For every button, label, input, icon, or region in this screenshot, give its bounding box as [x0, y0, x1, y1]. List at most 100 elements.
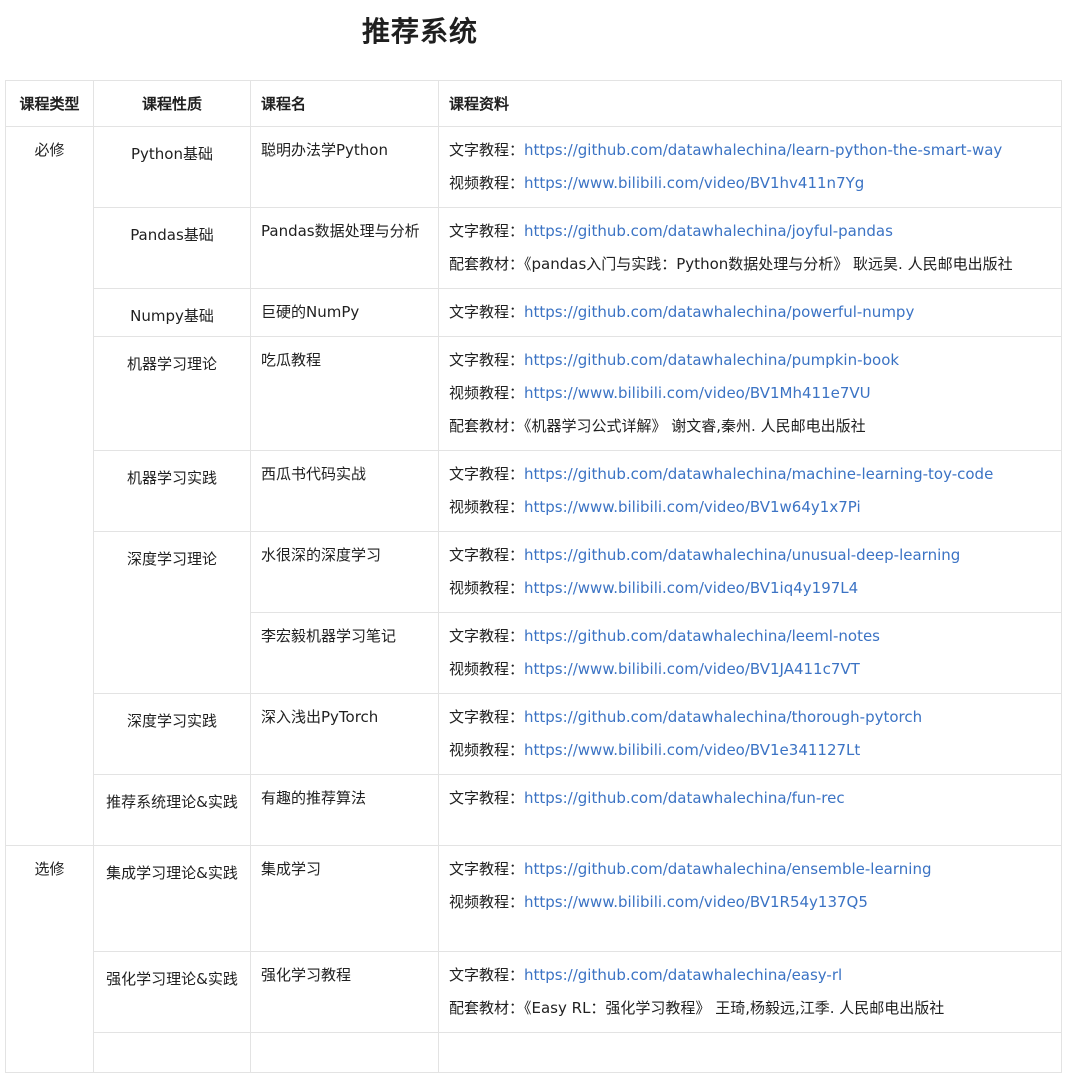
table-row: Pandas基础 Pandas数据处理与分析 文字教程：https://gith… — [6, 207, 1062, 289]
resource-link[interactable]: https://www.bilibili.com/video/BV1e34112… — [524, 741, 860, 759]
resource-line: 文字教程：https://github.com/datawhalechina/j… — [449, 222, 1061, 255]
resource-label: 文字教程： — [449, 708, 525, 726]
course-type-cell: 选修 — [5, 845, 94, 1073]
course-resources-cell: 文字教程：https://github.com/datawhalechina/f… — [438, 774, 1062, 846]
course-nature-cell: 强化学习理论&实践 — [93, 951, 251, 1033]
table-row: Numpy基础 巨硬的NumPy 文字教程：https://github.com… — [6, 288, 1062, 337]
resource-link[interactable]: https://www.bilibili.com/video/BV1R54y13… — [524, 893, 868, 911]
page-title: 推荐系统 — [361, 15, 478, 48]
resource-link[interactable]: https://github.com/datawhalechina/machin… — [524, 465, 993, 483]
course-name-cell: Pandas数据处理与分析 — [250, 207, 439, 289]
table-row: 选修 集成学习理论&实践 集成学习 文字教程：https://github.co… — [5, 845, 1062, 1073]
resource-label: 视频教程： — [449, 384, 525, 402]
resource-line: 文字教程：https://github.com/datawhalechina/u… — [449, 546, 1061, 579]
resource-label: 视频教程： — [449, 498, 525, 516]
resource-link[interactable]: https://github.com/datawhalechina/unusua… — [524, 546, 960, 564]
resource-link[interactable]: https://github.com/datawhalechina/ensemb… — [524, 860, 931, 878]
resource-label: 文字教程： — [449, 546, 525, 564]
empty-cell — [438, 1032, 1062, 1073]
course-name-cell: 吃瓜教程 — [250, 336, 439, 451]
course-nature-cell: Pandas基础 — [93, 207, 251, 289]
resource-label: 文字教程： — [449, 222, 525, 240]
resource-label: 文字教程： — [449, 465, 525, 483]
resource-link[interactable]: https://www.bilibili.com/video/BV1Mh411e… — [524, 384, 871, 402]
resource-line: 视频教程：https://www.bilibili.com/video/BV1h… — [449, 174, 1061, 207]
resource-link[interactable]: https://www.bilibili.com/video/BV1iq4y19… — [524, 579, 858, 597]
resource-label: 文字教程： — [449, 966, 525, 984]
resource-link[interactable]: https://github.com/datawhalechina/thorou… — [524, 708, 922, 726]
curriculum-table: 课程类型 课程性质 课程名 课程资料 必修 Python基础 聪明办法学Pyth… — [5, 80, 1062, 1073]
resource-label: 文字教程： — [449, 351, 525, 369]
course-name-cell: 巨硬的NumPy — [250, 288, 439, 337]
table-row: 机器学习理论 吃瓜教程 文字教程：https://github.com/data… — [6, 336, 1062, 451]
course-type-cell: 必修 — [5, 126, 94, 846]
resource-link[interactable]: https://github.com/datawhalechina/learn-… — [524, 141, 1002, 159]
resource-line: 视频教程：https://www.bilibili.com/video/BV1J… — [449, 660, 1061, 693]
table-header-row: 课程类型 课程性质 课程名 课程资料 — [5, 80, 1062, 127]
resource-label: 视频教程： — [449, 893, 525, 911]
resource-link[interactable]: https://www.bilibili.com/video/BV1hv411n… — [524, 174, 864, 192]
course-nature-cell: 机器学习理论 — [93, 336, 251, 451]
resource-label: 配套教材： — [449, 255, 525, 273]
resource-line: 文字教程：https://github.com/datawhalechina/e… — [449, 860, 1061, 893]
resource-link[interactable]: https://www.bilibili.com/video/BV1w64y1x… — [524, 498, 861, 516]
course-name-cell: 强化学习教程 — [250, 951, 439, 1033]
course-nature-cell: Numpy基础 — [93, 288, 251, 337]
table-row: 机器学习实践 西瓜书代码实战 文字教程：https://github.com/d… — [6, 450, 1062, 532]
course-name-cell: 有趣的推荐算法 — [250, 774, 439, 846]
resource-line: 文字教程：https://github.com/datawhalechina/t… — [449, 708, 1061, 741]
course-resources-cell: 文字教程：https://github.com/datawhalechina/e… — [438, 951, 1062, 1033]
resource-label: 视频教程： — [449, 741, 525, 759]
header-course-name: 课程名 — [250, 80, 439, 127]
resource-link[interactable]: https://github.com/datawhalechina/powerf… — [524, 303, 914, 321]
resource-line: 视频教程：https://www.bilibili.com/video/BV1R… — [449, 893, 1061, 926]
resource-line: 文字教程：https://github.com/datawhalechina/l… — [449, 141, 1061, 174]
course-resources-cell: 文字教程：https://github.com/datawhalechina/t… — [438, 693, 1062, 775]
resource-label: 文字教程： — [449, 627, 525, 645]
resource-line: 文字教程：https://github.com/datawhalechina/f… — [449, 789, 1061, 822]
resource-label: 配套教材： — [449, 417, 525, 435]
course-resources-cell: 文字教程：https://github.com/datawhalechina/m… — [438, 450, 1062, 532]
course-resources-cell: 文字教程：https://github.com/datawhalechina/j… — [438, 207, 1062, 289]
course-resources-cell: 文字教程：https://github.com/datawhalechina/p… — [438, 336, 1062, 451]
resource-link[interactable]: https://www.bilibili.com/video/BV1JA411c… — [524, 660, 860, 678]
course-resources-cell: 文字教程：https://github.com/datawhalechina/l… — [438, 126, 1062, 208]
course-nature-cell: Python基础 — [93, 126, 251, 208]
resource-line: 视频教程：https://www.bilibili.com/video/BV1M… — [449, 384, 1061, 417]
resource-line: 文字教程：https://github.com/datawhalechina/p… — [449, 351, 1061, 384]
course-resources-cell: 文字教程：https://github.com/datawhalechina/p… — [438, 288, 1062, 337]
header-course-resources: 课程资料 — [438, 80, 1062, 127]
table-row: 推荐系统理论&实践 有趣的推荐算法 文字教程：https://github.co… — [6, 774, 1062, 846]
resource-label: 配套教材： — [449, 999, 525, 1017]
resource-link[interactable]: https://github.com/datawhalechina/fun-re… — [524, 789, 845, 807]
resource-text: 《机器学习公式详解》 谢文睿,秦州. 人民邮电出版社 — [524, 417, 866, 435]
resource-line: 文字教程：https://github.com/datawhalechina/l… — [449, 627, 1061, 660]
resource-line: 文字教程：https://github.com/datawhalechina/p… — [449, 303, 1061, 336]
resource-label: 文字教程： — [449, 789, 525, 807]
course-resources-cell: 文字教程：https://github.com/datawhalechina/e… — [438, 845, 1062, 952]
resource-line: 配套教材：《Easy RL：强化学习教程》 王琦,杨毅远,江季. 人民邮电出版社 — [449, 999, 1061, 1032]
resource-label: 视频教程： — [449, 579, 525, 597]
resource-line: 配套教材：《pandas入门与实践：Python数据处理与分析》 耿远昊. 人民… — [449, 255, 1061, 288]
resource-line: 文字教程：https://github.com/datawhalechina/e… — [449, 966, 1061, 999]
resource-link[interactable]: https://github.com/datawhalechina/easy-r… — [524, 966, 842, 984]
course-name-cell: 水很深的深度学习 — [250, 531, 439, 613]
table-row: 深度学习实践 深入浅出PyTorch 文字教程：https://github.c… — [6, 693, 1062, 775]
resource-link[interactable]: https://github.com/datawhalechina/joyful… — [524, 222, 893, 240]
resource-line: 配套教材：《机器学习公式详解》 谢文睿,秦州. 人民邮电出版社 — [449, 417, 1061, 450]
resource-link[interactable]: https://github.com/datawhalechina/leeml-… — [524, 627, 880, 645]
resource-line: 文字教程：https://github.com/datawhalechina/m… — [449, 465, 1061, 498]
resource-text: 《pandas入门与实践：Python数据处理与分析》 耿远昊. 人民邮电出版社 — [524, 255, 1013, 273]
course-nature-cell: 集成学习理论&实践 — [93, 845, 251, 952]
resource-link[interactable]: https://github.com/datawhalechina/pumpki… — [524, 351, 899, 369]
resource-line: 视频教程：https://www.bilibili.com/video/BV1i… — [449, 579, 1061, 612]
course-nature-cell: 深度学习实践 — [93, 693, 251, 775]
resource-label: 视频教程： — [449, 174, 525, 192]
course-nature-cell: 深度学习理论 — [93, 531, 251, 694]
header-course-type: 课程类型 — [5, 80, 94, 127]
course-nature-cell: 推荐系统理论&实践 — [93, 774, 251, 846]
table-row — [6, 1032, 1062, 1073]
course-resources-cell: 文字教程：https://github.com/datawhalechina/l… — [438, 612, 1062, 694]
course-name-cell: 西瓜书代码实战 — [250, 450, 439, 532]
course-name-cell: 聪明办法学Python — [250, 126, 439, 208]
